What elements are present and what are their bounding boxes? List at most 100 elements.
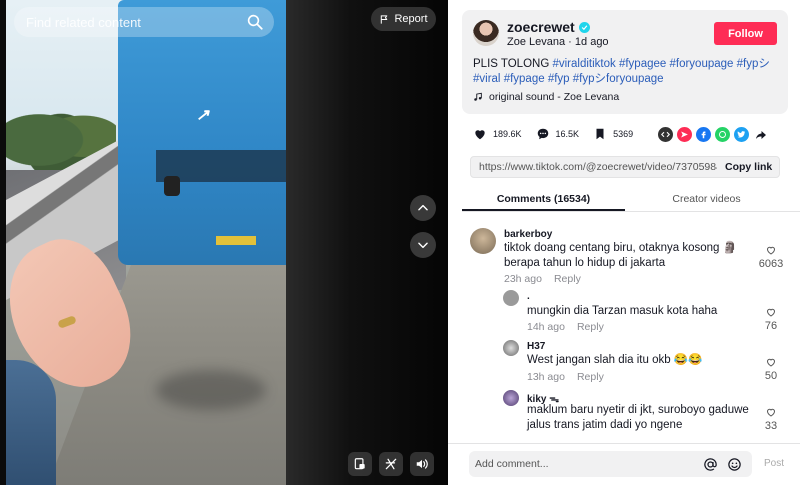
comment-meta: 23h ago Reply xyxy=(504,273,581,285)
author-avatar[interactable] xyxy=(473,20,499,46)
author-username-text: zoecrewet xyxy=(507,19,575,35)
comment-like-button[interactable]: 33 xyxy=(757,406,785,432)
whatsapp-share-button[interactable] xyxy=(715,127,730,142)
hashtag-link[interactable]: #fypagee xyxy=(619,58,666,70)
comment-like-button[interactable]: 6063 xyxy=(757,244,785,270)
video-frame[interactable]: ↗ xyxy=(6,0,286,485)
video-bus-logo: ↗ xyxy=(196,107,210,124)
comment-count: 16.5K xyxy=(555,129,580,139)
sound-label: original sound - Zoe Levana xyxy=(489,91,620,103)
hashtag-link[interactable]: #fypage xyxy=(504,73,545,85)
avatar[interactable] xyxy=(503,290,519,306)
comment-text: tiktok doang centang biru, otaknya koson… xyxy=(504,242,737,269)
heart-icon xyxy=(766,408,776,417)
video-sleeve xyxy=(6,360,56,485)
video-bus-light xyxy=(164,176,180,196)
volume-button[interactable] xyxy=(410,452,434,476)
save-button[interactable]: 5369 xyxy=(593,127,633,141)
hashtag-link[interactable]: #fypシ xyxy=(737,58,770,70)
comment-author[interactable]: . xyxy=(527,291,530,302)
more-share-button[interactable] xyxy=(753,127,768,142)
twitter-share-button[interactable] xyxy=(734,127,749,142)
follow-button[interactable]: Follow xyxy=(714,22,777,45)
avatar[interactable] xyxy=(470,228,496,254)
music-note-icon xyxy=(474,92,482,101)
hashtag-link[interactable]: #foryoupage xyxy=(669,58,733,70)
comment-button[interactable]: 16.5K xyxy=(536,127,580,141)
like-button[interactable]: 189.6K xyxy=(473,127,522,141)
heart-icon xyxy=(766,246,776,255)
comment-time: 13h ago xyxy=(527,371,565,383)
remove-watermark-icon xyxy=(385,458,397,470)
reply-button[interactable]: Reply xyxy=(577,321,604,333)
report-label: Report xyxy=(394,13,428,25)
chevron-up-icon xyxy=(418,204,428,211)
author-separator: · xyxy=(568,36,572,48)
video-bus-plate xyxy=(216,236,256,245)
comment-like-count: 50 xyxy=(764,370,778,382)
reply-button[interactable]: Reply xyxy=(554,273,581,285)
author-username[interactable]: zoecrewet xyxy=(507,19,590,35)
report-button[interactable]: Report xyxy=(371,7,436,31)
video-player[interactable]: ↗ xyxy=(0,0,448,485)
video-url[interactable]: https://www.tiktok.com/@zoecrewet/video/… xyxy=(471,161,717,173)
comment-text: mungkin dia Tarzan masuk kota haha xyxy=(527,305,718,317)
avatar[interactable] xyxy=(503,390,519,406)
comment-like-count: 76 xyxy=(764,320,778,332)
send-icon xyxy=(681,131,688,138)
comment-meta: 14h ago Reply xyxy=(527,321,604,333)
facebook-share-button[interactable] xyxy=(696,127,711,142)
comment-author[interactable]: barkerboy xyxy=(504,229,552,240)
comment-like-button[interactable]: 50 xyxy=(757,356,785,382)
bookmark-icon xyxy=(596,128,604,140)
reply-button[interactable]: Reply xyxy=(577,371,604,383)
heart-icon xyxy=(766,308,776,317)
volume-icon xyxy=(416,459,428,469)
emoji-icon[interactable] xyxy=(727,457,742,472)
comment-author[interactable]: H37 xyxy=(527,341,545,352)
remove-watermark-button[interactable] xyxy=(379,452,403,476)
previous-video-button[interactable] xyxy=(410,195,436,221)
comment-input-box[interactable] xyxy=(469,451,752,477)
heart-icon xyxy=(766,358,776,367)
verified-icon xyxy=(578,21,590,33)
embed-icon xyxy=(661,131,670,138)
tiktok-video-page: ↗ Report xyxy=(0,0,800,485)
comment-like-button[interactable]: 76 xyxy=(757,306,785,332)
comment-like-count: 33 xyxy=(764,420,778,432)
embed-button[interactable] xyxy=(658,127,673,142)
mention-icon[interactable] xyxy=(703,457,718,472)
avatar[interactable] xyxy=(503,340,519,356)
floating-player-icon xyxy=(354,458,365,470)
post-time: 1d ago xyxy=(574,36,609,48)
heart-icon xyxy=(475,130,485,140)
comment-icon xyxy=(537,128,548,140)
whatsapp-icon xyxy=(719,131,726,138)
search-icon[interactable] xyxy=(246,13,264,31)
tab-comments[interactable]: Comments (16534) xyxy=(462,188,625,211)
hashtag-link[interactable]: #viralditiktok xyxy=(552,58,615,70)
flag-icon xyxy=(381,14,388,24)
hashtag-link[interactable]: #fypシforyoupage xyxy=(573,73,664,85)
share-icon xyxy=(755,130,766,139)
next-video-button[interactable] xyxy=(410,232,436,258)
hashtag-link[interactable]: #fyp xyxy=(548,73,570,85)
floating-player-button[interactable] xyxy=(348,452,372,476)
search-bar[interactable] xyxy=(14,7,274,37)
chevron-down-icon xyxy=(418,242,428,249)
author-display-name[interactable]: Zoe Levana xyxy=(507,36,565,48)
tab-creator-videos[interactable]: Creator videos xyxy=(625,188,788,211)
author-subline: Zoe Levana · 1d ago xyxy=(507,36,609,48)
send-to-friends-button[interactable] xyxy=(677,127,692,142)
caption-text: PLIS TOLONG xyxy=(473,58,553,70)
twitter-icon xyxy=(737,131,746,138)
panel-tabs: Comments (16534) Creator videos xyxy=(462,188,800,212)
comment-input[interactable] xyxy=(475,458,695,470)
share-buttons xyxy=(658,127,768,142)
hashtag-link[interactable]: #viral xyxy=(473,73,500,85)
copy-link-button[interactable]: Copy link xyxy=(717,161,772,173)
sound-link[interactable]: original sound - Zoe Levana xyxy=(473,91,619,103)
video-caption: PLIS TOLONG #viralditiktok #fypagee #for… xyxy=(473,57,773,87)
search-input[interactable] xyxy=(26,14,226,30)
post-button[interactable]: Post xyxy=(764,458,784,469)
